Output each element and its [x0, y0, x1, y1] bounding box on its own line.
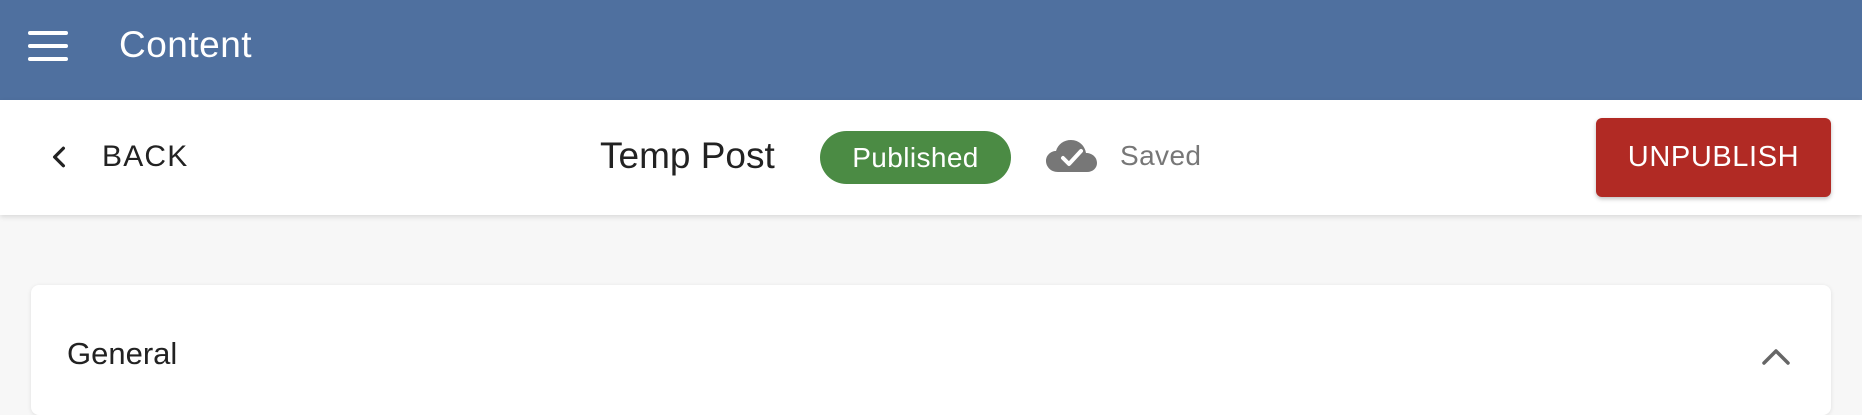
app-title: Content [119, 24, 253, 65]
save-status: Saved [1044, 136, 1201, 176]
document-title: Temp Post [600, 135, 775, 176]
status-badge: Published [820, 131, 1011, 184]
general-section-panel: General [31, 285, 1831, 415]
back-button[interactable]: BACK [44, 132, 189, 182]
save-status-label: Saved [1120, 140, 1202, 171]
collapse-section-button[interactable] [1756, 341, 1796, 371]
chevron-left-icon [53, 146, 65, 168]
hamburger-menu-icon[interactable] [28, 31, 70, 63]
app-bar: Content [0, 0, 1862, 100]
editor-toolbar: BACK Temp Post Published Saved UNPUBLISH [0, 100, 1862, 215]
cloud-check-icon [1046, 140, 1097, 172]
back-label: BACK [102, 140, 189, 173]
chevron-up-icon [1762, 349, 1790, 365]
section-title: General [67, 336, 178, 371]
unpublish-button[interactable]: UNPUBLISH [1596, 118, 1831, 197]
